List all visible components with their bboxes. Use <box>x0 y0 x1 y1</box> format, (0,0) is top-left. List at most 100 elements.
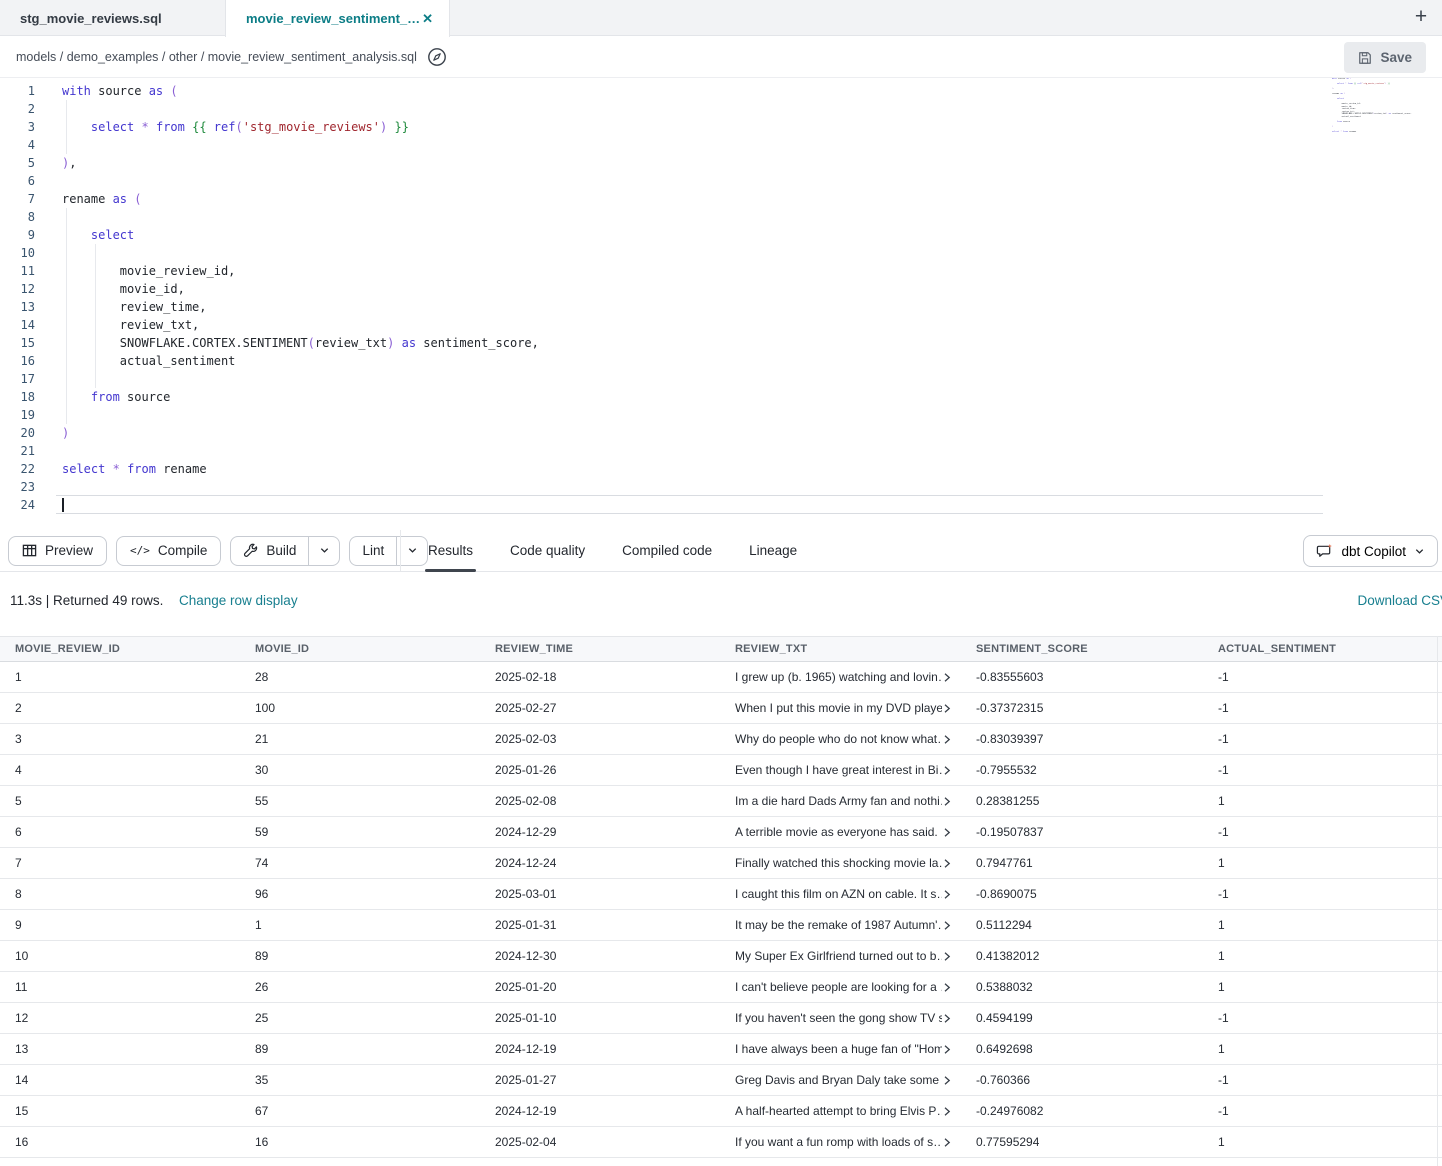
cell-review_txt: A half-hearted attempt to bring Elvis P… <box>720 1096 961 1126</box>
cell-review_time: 2025-01-27 <box>480 1065 720 1095</box>
expand-row-icon[interactable] <box>942 889 952 900</box>
editor-line: 24 <box>0 496 1442 514</box>
editor-line: 17 <box>0 370 1442 388</box>
cell-movie_id: 100 <box>240 693 480 723</box>
lint-button-label: Lint <box>362 543 384 558</box>
line-number: 8 <box>0 208 35 226</box>
toolbar-divider <box>400 530 401 571</box>
expand-row-icon[interactable] <box>942 1137 952 1148</box>
cell-movie_id: 59 <box>240 817 480 847</box>
column-header-review_time: REVIEW_TIME <box>480 643 720 655</box>
line-number: 13 <box>0 298 35 316</box>
download-csv-link[interactable]: Download CSV <box>1357 593 1442 608</box>
cell-movie_id: 1 <box>240 910 480 940</box>
code-editor[interactable]: 1with source as (23 select * from {{ ref… <box>0 78 1442 530</box>
expand-row-icon[interactable] <box>942 827 952 838</box>
build-dropdown-button[interactable] <box>309 537 339 565</box>
cell-movie_id: 55 <box>240 786 480 816</box>
cell-review_time: 2024-12-29 <box>480 817 720 847</box>
editor-line: 2 <box>0 100 1442 118</box>
table-row: 17992024-12-21I really wanted to be able… <box>0 1158 1442 1166</box>
column-header-sentiment_score: SENTIMENT_SCORE <box>961 643 1203 655</box>
line-number: 18 <box>0 388 35 406</box>
cell-review_time: 2025-01-20 <box>480 972 720 1002</box>
expand-row-icon[interactable] <box>942 858 952 869</box>
table-row: 14352025-01-27Greg Davis and Bryan Daly … <box>0 1065 1442 1096</box>
cell-review_txt: My Super Ex Girlfriend turned out to b… <box>720 941 961 971</box>
cell-review_txt: If you want a fun romp with loads of s… <box>720 1127 961 1157</box>
lint-split-button: Lint <box>349 536 428 566</box>
lint-button[interactable]: Lint <box>350 537 397 565</box>
lint-dropdown-button[interactable] <box>397 537 427 565</box>
line-number: 20 <box>0 424 35 442</box>
build-button-label: Build <box>266 543 296 558</box>
cell-review_time: 2025-02-18 <box>480 662 720 692</box>
tab-compiled-code[interactable]: Compiled code <box>622 530 712 571</box>
line-number: 11 <box>0 262 35 280</box>
table-row: 5552025-02-08Im a die hard Dads Army fan… <box>0 786 1442 817</box>
tab-results[interactable]: Results <box>428 530 473 571</box>
tab-label: stg_movie_reviews.sql <box>20 11 162 26</box>
table-row: 8962025-03-01I caught this film on AZN o… <box>0 879 1442 910</box>
change-row-display-link[interactable]: Change row display <box>179 593 298 608</box>
cell-review_txt: I really wanted to be able to give this … <box>720 1158 961 1166</box>
compile-button[interactable]: </> Compile <box>116 536 221 566</box>
expand-row-icon[interactable] <box>942 703 952 714</box>
preview-button-label: Preview <box>45 543 93 558</box>
editor-line: 6 <box>0 172 1442 190</box>
editor-line: 19 <box>0 406 1442 424</box>
copilot-chat-icon <box>1316 543 1333 560</box>
new-tab-button[interactable]: + <box>1408 4 1434 30</box>
cell-movie_id: 67 <box>240 1096 480 1126</box>
result-tabs: Results Code quality Compiled code Linea… <box>428 530 797 571</box>
cell-review_time: 2024-12-19 <box>480 1034 720 1064</box>
table-row: 1282025-02-18I grew up (b. 1965) watchin… <box>0 662 1442 693</box>
build-split-button: Build <box>230 536 340 566</box>
cell-review_time: 2025-01-26 <box>480 755 720 785</box>
cell-actual_sentiment: -1 <box>1203 724 1442 754</box>
preview-button[interactable]: Preview <box>8 536 107 566</box>
line-number: 12 <box>0 280 35 298</box>
save-button[interactable]: Save <box>1344 42 1426 73</box>
tab-stg-movie-reviews[interactable]: stg_movie_reviews.sql <box>0 0 225 36</box>
expand-row-icon[interactable] <box>942 672 952 683</box>
close-tab-icon[interactable]: ✕ <box>420 9 435 29</box>
tab-lineage[interactable]: Lineage <box>749 530 797 571</box>
editor-line: 18 from source <box>0 388 1442 406</box>
expand-row-icon[interactable] <box>942 734 952 745</box>
cell-movie_id: 96 <box>240 879 480 909</box>
cell-movie_review_id: 6 <box>0 817 240 847</box>
expand-row-icon[interactable] <box>942 982 952 993</box>
line-number: 19 <box>0 406 35 424</box>
editor-line: 5), <box>0 154 1442 172</box>
docs-compass-icon[interactable] <box>427 47 447 67</box>
expand-row-icon[interactable] <box>942 1044 952 1055</box>
editor-line: 4 <box>0 136 1442 154</box>
expand-row-icon[interactable] <box>942 1013 952 1024</box>
column-header-movie_review_id: MOVIE_REVIEW_ID <box>0 643 240 655</box>
expand-row-icon[interactable] <box>942 920 952 931</box>
tab-movie-review-sentiment-analysis[interactable]: movie_review_sentiment_… ✕ <box>225 0 450 37</box>
expand-row-icon[interactable] <box>942 951 952 962</box>
cell-review_time: 2024-12-24 <box>480 848 720 878</box>
table-row: 3212025-02-03Why do people who do not kn… <box>0 724 1442 755</box>
cell-actual_sentiment: -1 <box>1203 662 1442 692</box>
editor-line: 22select * from rename <box>0 460 1442 478</box>
expand-row-icon[interactable] <box>942 1106 952 1117</box>
cell-movie_id: 89 <box>240 941 480 971</box>
tab-code-quality[interactable]: Code quality <box>510 530 585 571</box>
build-button[interactable]: Build <box>231 537 309 565</box>
cell-actual_sentiment: 1 <box>1203 786 1442 816</box>
expand-row-icon[interactable] <box>942 796 952 807</box>
cell-movie_review_id: 7 <box>0 848 240 878</box>
expand-row-icon[interactable] <box>942 1075 952 1086</box>
cell-movie_review_id: 16 <box>0 1127 240 1157</box>
editor-minimap[interactable]: with source as ( select * from {{ ref('s… <box>1332 78 1436 136</box>
editor-line: 13 review_time, <box>0 298 1442 316</box>
cell-sentiment_score: -0.7955532 <box>961 755 1203 785</box>
cell-sentiment_score: -0.83555603 <box>961 662 1203 692</box>
cell-movie_id: 89 <box>240 1034 480 1064</box>
dbt-copilot-button[interactable]: dbt Copilot <box>1303 535 1438 567</box>
cell-sentiment_score: 0.50380445 <box>961 1158 1203 1166</box>
expand-row-icon[interactable] <box>942 765 952 776</box>
